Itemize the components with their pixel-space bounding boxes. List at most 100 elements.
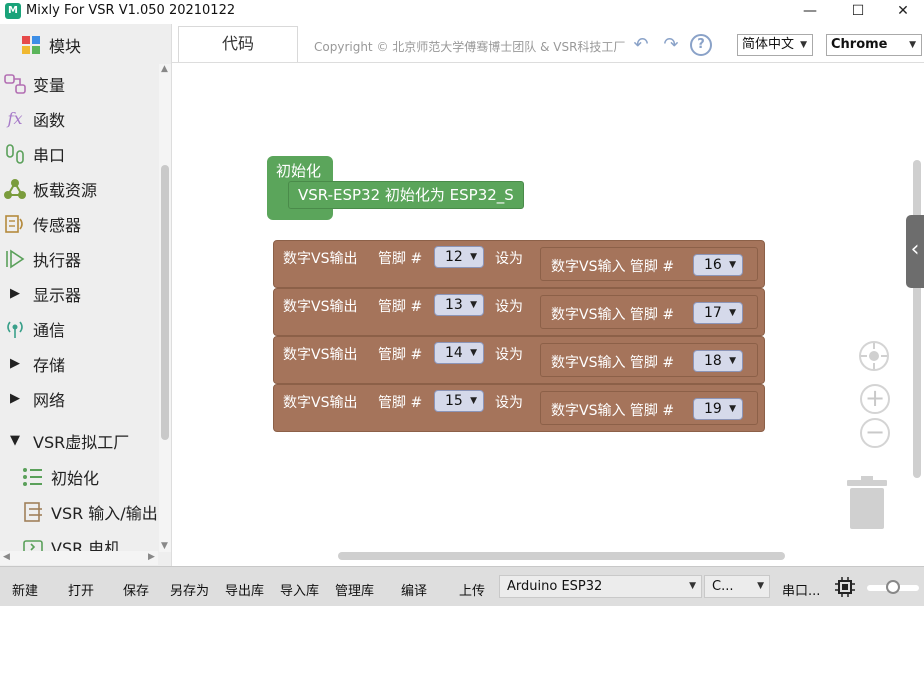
language-value: 简体中文 <box>742 37 795 52</box>
digital-output-block[interactable]: 数字VS输出 管脚 # 14 ▼ 设为 数字VS输入 管脚 # 18 ▼ <box>273 336 765 384</box>
input-pin-dropdown[interactable]: 16 ▼ <box>693 254 743 276</box>
digital-input-block[interactable]: 数字VS输入 管脚 # 18 ▼ <box>540 343 758 377</box>
sidebar-item-storage[interactable]: ▶ 存储 <box>0 346 160 381</box>
tab-code[interactable]: 代码 <box>178 26 298 62</box>
sidebar-item-actuators[interactable]: 执行器 <box>0 241 160 276</box>
output-pin-dropdown[interactable]: 15 ▼ <box>434 390 484 412</box>
input-pin-dropdown[interactable]: 18 ▼ <box>693 350 743 372</box>
scroll-up-icon[interactable]: ▲ <box>161 64 168 74</box>
list-icon <box>20 466 46 488</box>
board-select[interactable]: Arduino ESP32 ▼ <box>499 575 702 598</box>
compile-button[interactable]: 编译 <box>401 580 427 599</box>
chevron-down-icon: ▼ <box>470 348 477 358</box>
sidebar-item-variables[interactable]: 变量 <box>0 66 160 101</box>
digital-output-block[interactable]: 数字VS输出 管脚 # 15 ▼ 设为 数字VS输入 管脚 # 19 ▼ <box>273 384 765 432</box>
actuator-icon <box>2 248 28 270</box>
sidebar-item-communication[interactable]: 通信 <box>0 311 160 346</box>
maximize-button[interactable]: ☐ <box>835 0 881 24</box>
input-pin-value: 19 <box>704 401 722 417</box>
output-pin-dropdown[interactable]: 13 ▼ <box>434 294 484 316</box>
init-block-label: 初始化 <box>276 162 322 180</box>
chip-icon[interactable] <box>835 577 855 601</box>
undo-icon[interactable]: ↶ <box>630 35 652 55</box>
export-lib-button[interactable]: 导出库 <box>225 580 264 599</box>
set-label: 设为 <box>495 299 523 315</box>
sidebar-item-board-resources[interactable]: 板载资源 <box>0 171 160 206</box>
digital-output-block[interactable]: 数字VS输出 管脚 # 12 ▼ 设为 数字VS输入 管脚 # 16 ▼ <box>273 240 765 288</box>
input-pin-dropdown[interactable]: 17 ▼ <box>693 302 743 324</box>
board-icon <box>2 178 28 200</box>
collapse-panel-button[interactable]: ‹ <box>906 215 924 288</box>
triangle-right-icon: ▶ <box>10 356 20 371</box>
vsr-esp32-init-block[interactable]: VSR-ESP32 初始化为 ESP32_S <box>288 181 524 209</box>
import-lib-button[interactable]: 导入库 <box>280 580 319 599</box>
chevron-down-icon: ▼ <box>470 396 477 406</box>
scroll-right-icon[interactable]: ▶ <box>148 552 155 562</box>
digital-input-block[interactable]: 数字VS输入 管脚 # 19 ▼ <box>540 391 758 425</box>
language-select[interactable]: 简体中文 ▼ <box>737 34 813 56</box>
sidebar-item-vsr-factory[interactable]: ▼ VSR虚拟工厂 <box>0 423 160 458</box>
input-pin-value: 17 <box>704 305 722 321</box>
sidebar-item-serial[interactable]: 串口 <box>0 136 160 171</box>
trash-icon[interactable] <box>847 476 887 530</box>
sidebar-scroll-thumb[interactable] <box>161 165 169 440</box>
close-button[interactable]: ✕ <box>880 0 924 24</box>
port-select[interactable]: C... ▼ <box>704 575 770 598</box>
digital-input-block[interactable]: 数字VS输入 管脚 # 16 ▼ <box>540 247 758 281</box>
sidebar-item-display[interactable]: ▶ 显示器 <box>0 276 160 311</box>
input-label: 数字VS输入 管脚 # <box>551 307 675 323</box>
set-label: 设为 <box>495 251 523 267</box>
triangle-right-icon: ▶ <box>10 391 20 406</box>
board-value: Arduino ESP32 <box>507 579 603 594</box>
zoom-slider-handle[interactable] <box>886 580 900 594</box>
digital-input-block[interactable]: 数字VS输入 管脚 # 17 ▼ <box>540 295 758 329</box>
input-pin-value: 16 <box>704 257 722 273</box>
scroll-down-icon[interactable]: ▼ <box>161 541 168 551</box>
workspace-hscrollbar[interactable] <box>338 552 785 560</box>
copyright-text: Copyright © 北京师范大学傅骞博士团队 & VSR科技工厂 <box>314 40 626 54</box>
workspace-vscrollbar[interactable] <box>913 160 921 478</box>
output-pin-dropdown[interactable]: 12 ▼ <box>434 246 484 268</box>
zoom-in-icon[interactable]: + <box>860 384 890 414</box>
chevron-down-icon: ▼ <box>729 260 736 270</box>
output-pin-value: 15 <box>445 393 463 409</box>
sidebar-item-modules[interactable]: 模块 <box>0 27 160 62</box>
output-pin-value: 14 <box>445 345 463 361</box>
sidebar-item-sensors[interactable]: 传感器 <box>0 206 160 241</box>
sidebar-item-network[interactable]: ▶ 网络 <box>0 381 160 416</box>
bottom-toolbar: 新建 打开 保存 另存为 导出库 导入库 管理库 编译 上传 Arduino E… <box>0 566 924 606</box>
browser-select[interactable]: Chrome ▼ <box>826 34 922 56</box>
recenter-icon[interactable] <box>859 341 889 371</box>
save-button[interactable]: 保存 <box>123 580 149 599</box>
zoom-out-icon[interactable]: − <box>860 418 890 448</box>
upload-button[interactable]: 上传 <box>459 580 485 599</box>
scroll-left-icon[interactable]: ◀ <box>3 552 10 562</box>
chevron-down-icon: ▼ <box>689 581 696 591</box>
app-icon: M <box>5 3 21 19</box>
chevron-down-icon: ▼ <box>757 581 764 591</box>
new-button[interactable]: 新建 <box>12 580 38 599</box>
redo-icon[interactable]: ↷ <box>660 35 682 55</box>
input-pin-dropdown[interactable]: 19 ▼ <box>693 398 743 420</box>
sidebar-item-label: 串口 <box>33 145 66 165</box>
sidebar-hscrollbar[interactable] <box>0 551 158 565</box>
serial-monitor-button[interactable]: 串口... <box>782 580 820 599</box>
title-bar: M Mixly For VSR V1.050 20210122 — ☐ ✕ <box>0 0 924 24</box>
digital-output-block[interactable]: 数字VS输出 管脚 # 13 ▼ 设为 数字VS输入 管脚 # 17 ▼ <box>273 288 765 336</box>
sidebar: 模块 变量 fx 函数 串口 板载资源 传感器 执行器 ▶ 显示器 通信 ▶ 存… <box>0 24 172 566</box>
sidebar-item-vsr-io[interactable]: VSR 输入/输出 <box>0 494 171 529</box>
sidebar-item-label: VSR 输入/输出 <box>51 503 158 523</box>
sidebar-item-init[interactable]: 初始化 <box>0 459 160 494</box>
minimize-button[interactable]: — <box>787 0 833 24</box>
port-value: C... <box>712 579 734 594</box>
chevron-down-icon: ▼ <box>729 404 736 414</box>
sidebar-item-functions[interactable]: fx 函数 <box>0 101 160 136</box>
sidebar-item-label: VSR虚拟工厂 <box>33 432 130 452</box>
output-pin-dropdown[interactable]: 14 ▼ <box>434 342 484 364</box>
save-as-button[interactable]: 另存为 <box>170 580 209 599</box>
chevron-down-icon: ▼ <box>909 40 916 50</box>
help-icon[interactable]: ? <box>690 34 712 56</box>
manage-lib-button[interactable]: 管理库 <box>335 580 374 599</box>
open-button[interactable]: 打开 <box>68 580 94 599</box>
sidebar-item-label: 存储 <box>33 355 66 375</box>
